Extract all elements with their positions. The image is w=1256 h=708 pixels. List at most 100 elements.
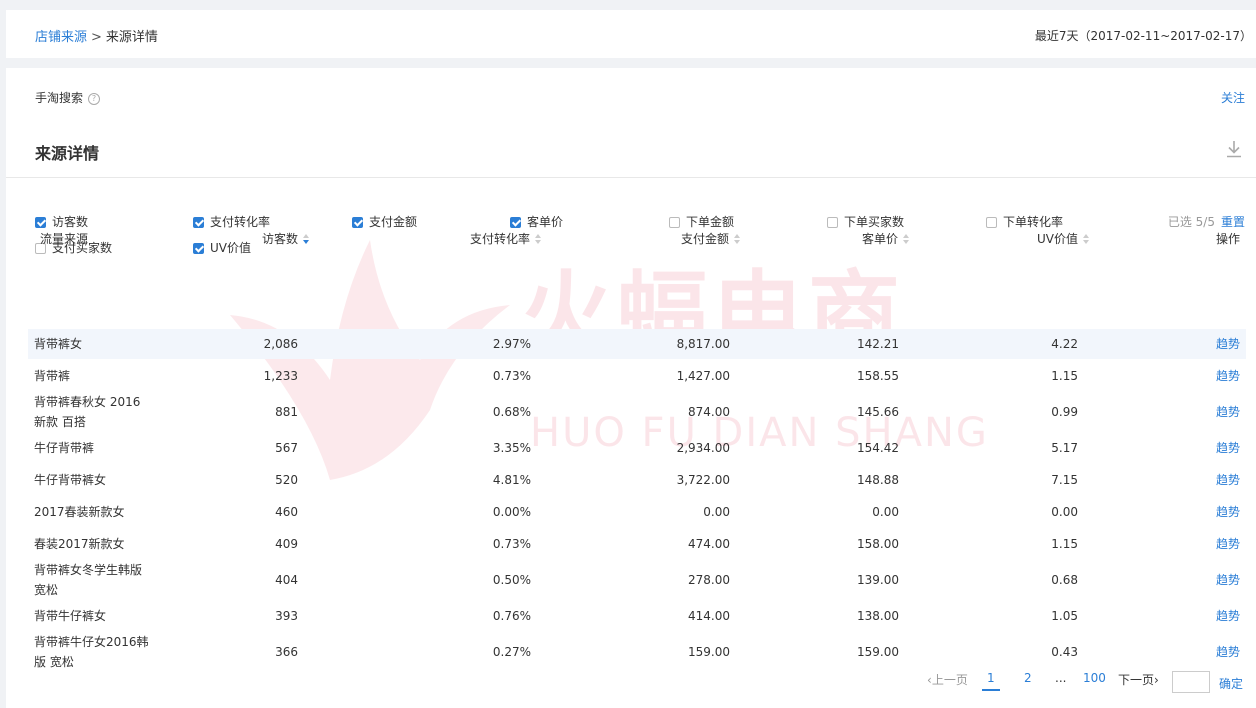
page-jump-input[interactable] bbox=[1172, 671, 1210, 693]
follow-button[interactable]: 关注 bbox=[1221, 89, 1245, 106]
row-pay-conversion: 0.73% bbox=[492, 369, 531, 383]
column-header-avg-order-value[interactable]: 客单价 bbox=[862, 230, 910, 247]
row-pay-amount: 3,722.00 bbox=[676, 473, 730, 487]
row-visitors: 366 bbox=[275, 645, 298, 659]
row-avg-order-value: 145.66 bbox=[857, 405, 899, 419]
row-uv-value: 5.17 bbox=[1051, 441, 1078, 455]
trend-link[interactable]: 趋势 bbox=[1216, 502, 1240, 522]
row-source-name: 背带裤女冬学生韩版 宽松 bbox=[34, 560, 164, 600]
page-jump-confirm-button[interactable]: 确定 bbox=[1219, 675, 1243, 692]
prev-page-button[interactable]: ‹上一页 bbox=[927, 671, 968, 688]
row-pay-amount: 0.00 bbox=[703, 505, 730, 519]
sort-icon[interactable] bbox=[734, 234, 741, 244]
trend-link[interactable]: 趋势 bbox=[1216, 438, 1240, 458]
row-pay-conversion: 3.35% bbox=[492, 441, 531, 455]
row-avg-order-value: 159.00 bbox=[857, 645, 899, 659]
sort-icon[interactable] bbox=[1083, 234, 1090, 244]
row-source-name-line: 背带裤女 bbox=[34, 337, 83, 351]
row-visitors: 404 bbox=[275, 573, 298, 587]
column-header-action: 操作 bbox=[1216, 232, 1241, 246]
trend-link[interactable]: 趋势 bbox=[1216, 642, 1240, 662]
table-row: 背带裤牛仔女2016韩版 宽松 366 0.27% 159.00 159.00 0.43 趋… bbox=[28, 633, 1246, 671]
metric-label: 访客数 bbox=[52, 215, 89, 229]
column-header-pay-conversion[interactable]: 支付转化率 bbox=[470, 230, 542, 247]
row-pay-conversion: 2.97% bbox=[492, 337, 531, 351]
page-button-100[interactable]: 100 bbox=[1083, 671, 1106, 685]
next-page-label: 下一页 bbox=[1118, 673, 1155, 687]
trend-link[interactable]: 趋势 bbox=[1216, 334, 1240, 354]
row-avg-order-value: 154.42 bbox=[857, 441, 899, 455]
row-uv-value: 4.22 bbox=[1051, 337, 1078, 351]
row-source-name: 牛仔背带裤 bbox=[34, 438, 164, 458]
metric-label: 客单价 bbox=[527, 215, 564, 229]
trend-link[interactable]: 趋势 bbox=[1216, 606, 1240, 626]
row-source-name: 背带裤牛仔女2016韩版 宽松 bbox=[34, 632, 164, 672]
metric-checkbox-pay-amount[interactable]: 支付金额 bbox=[352, 215, 417, 229]
trend-link[interactable]: 趋势 bbox=[1216, 534, 1240, 554]
sort-desc-icon[interactable] bbox=[303, 234, 310, 244]
page-button-2[interactable]: 2 bbox=[1024, 671, 1032, 685]
page-button-1[interactable]: 1 bbox=[982, 671, 1000, 691]
metric-checkbox-order-conversion[interactable]: 下单转化率 bbox=[986, 215, 1063, 229]
breadcrumb-current: 来源详情 bbox=[105, 30, 158, 45]
selected-count: 已选 5/5 bbox=[1167, 215, 1215, 229]
row-visitors: 409 bbox=[275, 537, 298, 551]
row-uv-value: 0.99 bbox=[1051, 405, 1078, 419]
trend-link[interactable]: 趋势 bbox=[1216, 470, 1240, 490]
row-source-name-line: 牛仔背带裤女 bbox=[34, 473, 107, 487]
table-row: 背带裤春秋女 2016 新款 百搭 881 0.68% 874.00 145.66 0.99… bbox=[28, 393, 1246, 431]
metric-checkbox-avg-order-value[interactable]: 客单价 bbox=[510, 215, 563, 229]
row-visitors: 393 bbox=[275, 609, 298, 623]
row-uv-value: 1.05 bbox=[1051, 609, 1078, 623]
metric-checkbox-order-buyers[interactable]: 下单买家数 bbox=[827, 215, 904, 229]
breadcrumb-link-shop-source[interactable]: 店铺来源 bbox=[35, 30, 87, 45]
column-header-label: 访客数 bbox=[262, 232, 299, 246]
row-uv-value: 0.00 bbox=[1051, 505, 1078, 519]
table-row: 牛仔背带裤 567 3.35% 2,934.00 154.42 5.17 趋势 bbox=[28, 433, 1246, 463]
row-source-name-line: 宽松 bbox=[34, 583, 59, 597]
trend-link[interactable]: 趋势 bbox=[1216, 366, 1240, 386]
metric-checkbox-pay-conversion[interactable]: 支付转化率 bbox=[193, 215, 270, 229]
checkbox-icon bbox=[986, 217, 997, 228]
row-pay-amount: 8,817.00 bbox=[676, 337, 730, 351]
metric-label: 支付转化率 bbox=[210, 215, 271, 229]
metric-checkbox-uv-value[interactable]: UV价值 bbox=[193, 241, 251, 255]
row-pay-amount: 159.00 bbox=[688, 645, 730, 659]
download-icon[interactable] bbox=[1226, 140, 1242, 158]
row-avg-order-value: 148.88 bbox=[857, 473, 899, 487]
row-visitors: 1,233 bbox=[263, 369, 298, 383]
column-header-pay-amount[interactable]: 支付金额 bbox=[681, 230, 741, 247]
row-pay-amount: 1,427.00 bbox=[676, 369, 730, 383]
row-avg-order-value: 0.00 bbox=[872, 505, 899, 519]
row-pay-amount: 414.00 bbox=[688, 609, 730, 623]
row-source-name: 背带裤春秋女 2016 新款 百搭 bbox=[34, 392, 164, 432]
column-header-label: UV价值 bbox=[1037, 232, 1078, 246]
checkbox-icon bbox=[669, 217, 680, 228]
column-header-uv-value[interactable]: UV价值 bbox=[1037, 230, 1090, 247]
date-range-selector[interactable]: 最近7天（2017-02-11~2017-02-17） bbox=[1035, 27, 1252, 44]
section-header: 来源详情 bbox=[6, 124, 1256, 178]
metric-checkbox-visitors[interactable]: 访客数 bbox=[35, 215, 88, 229]
sort-icon[interactable] bbox=[535, 234, 542, 244]
row-avg-order-value: 142.21 bbox=[857, 337, 899, 351]
row-source-name-line: 2017春装新款女 bbox=[34, 505, 125, 519]
row-source-name: 春装2017新款女 bbox=[34, 534, 164, 554]
trend-link[interactable]: 趋势 bbox=[1216, 570, 1240, 590]
sort-icon[interactable] bbox=[903, 234, 910, 244]
next-page-button[interactable]: 下一页› bbox=[1118, 671, 1159, 688]
metric-checkbox-order-amount[interactable]: 下单金额 bbox=[669, 215, 734, 229]
help-icon[interactable]: ? bbox=[88, 93, 101, 105]
row-source-name-line: 背带裤春秋女 2016 bbox=[34, 395, 141, 409]
checkbox-icon bbox=[193, 217, 204, 228]
row-uv-value: 0.68 bbox=[1051, 573, 1078, 587]
reset-button[interactable]: 重置 bbox=[1221, 213, 1245, 230]
row-source-name: 背带裤 bbox=[34, 366, 164, 386]
table-row: 牛仔背带裤女 520 4.81% 3,722.00 148.88 7.15 趋势 bbox=[28, 465, 1246, 495]
row-source-name: 背带牛仔裤女 bbox=[34, 606, 164, 626]
column-header-visitors[interactable]: 访客数 bbox=[262, 230, 310, 247]
row-source-name-line: 背带牛仔裤女 bbox=[34, 609, 107, 623]
trend-link[interactable]: 趋势 bbox=[1216, 402, 1240, 422]
checkbox-icon bbox=[35, 217, 46, 228]
row-visitors: 881 bbox=[275, 405, 298, 419]
checkbox-icon bbox=[193, 243, 204, 254]
